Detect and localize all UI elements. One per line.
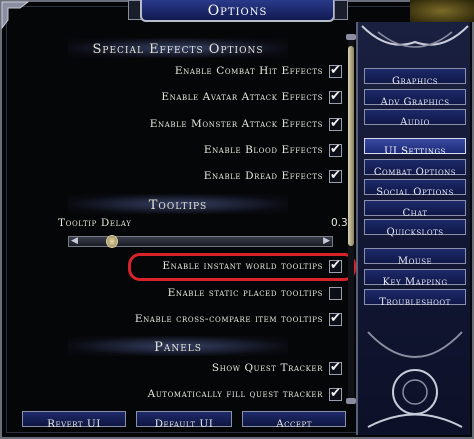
tooltip-delay-value: 0.3	[331, 217, 348, 229]
option-label: Enable Blood Effects	[203, 144, 323, 156]
checkbox[interactable]	[329, 89, 342, 104]
sidebar-bottom-ornament-icon	[358, 322, 472, 432]
option-label: Enable Dread Effects	[203, 170, 323, 182]
section-header-panels: Panels	[68, 336, 288, 356]
window-title: Options	[207, 3, 268, 19]
option-row-show-quest-tracker[interactable]: Show Quest Tracker	[212, 359, 342, 377]
option-label: Enable Combat Hit Effects	[174, 65, 323, 77]
option-row-static-placed-tooltips[interactable]: Enable static placed tooltips	[168, 284, 342, 302]
option-row-auto-fill-quest-tracker[interactable]: Automatically fill quest tracker	[148, 385, 342, 403]
revert-ui-button[interactable]: Revert UI	[22, 411, 126, 430]
tooltip-delay-slider[interactable]: ◀ ▶	[68, 235, 333, 248]
tab-chat[interactable]: Chat	[364, 200, 466, 219]
tooltip-delay-label: Tooltip Delay	[58, 217, 132, 229]
tab-social-options[interactable]: Social Options	[364, 179, 466, 198]
tab-ui-settings[interactable]: UI Settings	[364, 138, 466, 157]
option-label: Enable Avatar Attack Effects	[161, 91, 323, 103]
list-scrollbar[interactable]	[346, 34, 356, 404]
tab-graphics[interactable]: Graphics	[364, 68, 466, 87]
option-row-combat-hit-effects[interactable]: Enable Combat Hit Effects	[175, 62, 342, 80]
checkbox[interactable]	[329, 386, 342, 401]
option-label: Enable cross-compare item tooltips	[134, 313, 323, 325]
checkbox[interactable]	[329, 63, 342, 78]
option-label: Enable Monster Attack Effects	[149, 118, 323, 130]
option-label: Automatically fill quest tracker	[147, 388, 323, 400]
category-sidebar: Graphics Adv Graphics Audio UI Settings …	[356, 22, 470, 435]
option-row-dread-effects[interactable]: Enable Dread Effects	[204, 167, 342, 185]
highlight-ring	[128, 253, 356, 281]
title-bar[interactable]: Options	[140, 0, 335, 22]
checkbox[interactable]	[329, 168, 342, 183]
option-row-blood-effects[interactable]: Enable Blood Effects	[204, 141, 342, 159]
option-row-cross-compare-tooltips[interactable]: Enable cross-compare item tooltips	[135, 310, 342, 328]
checkbox[interactable]	[329, 360, 342, 375]
tab-troubleshoot[interactable]: Troubleshoot	[364, 289, 466, 308]
tab-quickslots[interactable]: Quickslots	[364, 219, 466, 238]
section-header-tooltips: Tooltips	[68, 194, 288, 214]
slider-thumb[interactable]	[105, 235, 118, 248]
slider-right-arrow-icon[interactable]: ▶	[323, 236, 330, 246]
checkbox[interactable]	[329, 116, 342, 131]
accept-button[interactable]: Accept	[242, 411, 346, 430]
bottom-button-bar: Revert UI Default UI Accept	[6, 405, 352, 435]
checkbox[interactable]	[329, 286, 342, 300]
tab-key-mapping[interactable]: Key Mapping	[364, 269, 466, 288]
scroll-thumb[interactable]	[348, 46, 354, 246]
section-header-special-effects: Special Effects Options	[68, 38, 288, 58]
tab-adv-graphics[interactable]: Adv Graphics	[364, 89, 466, 108]
default-ui-button[interactable]: Default UI	[136, 411, 232, 430]
scroll-down-cap[interactable]	[346, 398, 356, 404]
option-row-avatar-attack-effects[interactable]: Enable Avatar Attack Effects	[161, 88, 342, 106]
option-label: Enable static placed tooltips	[167, 287, 323, 299]
title-ornament-right	[334, 0, 348, 20]
tab-audio[interactable]: Audio	[364, 109, 466, 128]
scroll-up-cap[interactable]	[346, 34, 356, 40]
checkbox[interactable]	[329, 311, 342, 326]
tab-combat-options[interactable]: Combat Options	[364, 159, 466, 178]
option-label: Show Quest Tracker	[211, 362, 323, 374]
option-row-monster-attack-effects[interactable]: Enable Monster Attack Effects	[150, 115, 342, 133]
tab-mouse[interactable]: Mouse	[364, 248, 466, 267]
slider-left-arrow-icon[interactable]: ◀	[71, 236, 78, 246]
settings-list: Special Effects Options Enable Combat Hi…	[8, 26, 350, 404]
sidebar-top-ornament-icon	[358, 22, 472, 62]
background-foliage	[410, 0, 474, 22]
checkbox[interactable]	[329, 142, 342, 157]
